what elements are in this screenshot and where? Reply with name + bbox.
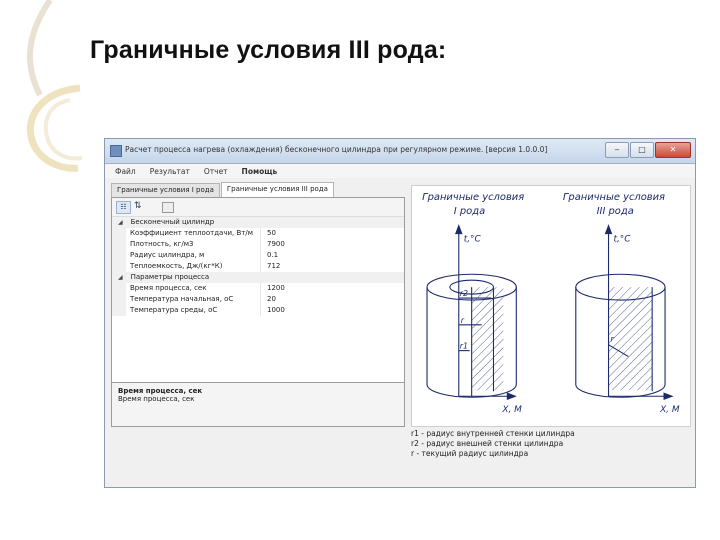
diagram-legend: r1 - радиус внутренней стенки цилиндра r… <box>411 429 691 459</box>
solid-cylinder <box>575 224 674 401</box>
x-axis-label-right: X, M <box>659 405 680 415</box>
menu-file[interactable]: Файл <box>115 167 136 176</box>
tab-boundary-1[interactable]: Граничные условия I рода <box>111 183 220 197</box>
label-r: r <box>461 316 465 325</box>
categorized-view-icon[interactable]: ☷ <box>116 201 131 214</box>
menu-report[interactable]: Отчет <box>204 167 228 176</box>
title-bar[interactable]: Расчет процесса нагрева (охлаждения) бес… <box>105 139 695 164</box>
collapse-triangle-icon[interactable]: ◢ <box>118 274 123 281</box>
wall-section <box>471 287 504 391</box>
property-name: Коэффициент теплоотдачи, Вт/м <box>126 228 261 239</box>
decorative-arc <box>26 84 81 172</box>
right-caption-line1: Граничные условия <box>563 192 665 203</box>
t-axis-arrow <box>455 224 463 235</box>
x-axis-label-left: X, M <box>501 405 522 415</box>
property-value[interactable]: 20 <box>261 294 276 305</box>
left-pane: Граничные условия I рода Граничные услов… <box>111 182 405 427</box>
x-axis-arrow <box>506 392 517 401</box>
description-text: Время процесса, сек <box>118 395 195 403</box>
legend-item: r2 - радиус внешней стенки цилиндра <box>411 439 564 448</box>
category-label: Параметры процесса <box>130 273 210 281</box>
property-name: Температура начальная, оС <box>126 294 261 305</box>
minimize-button[interactable]: ‒ <box>605 142 629 158</box>
app-window: Расчет процесса нагрева (охлаждения) бес… <box>104 138 696 488</box>
property-name: Температура среды, оС <box>126 305 261 316</box>
t-axis-label-left: t,°C <box>464 235 482 245</box>
hollow-cylinder <box>426 224 517 401</box>
property-value[interactable]: 0.1 <box>261 250 278 261</box>
t-axis-label-right: t,°C <box>613 235 631 245</box>
menu-bar: Файл Результат Отчет Помощь <box>105 164 695 178</box>
slide-title: Граничные условия III рода: <box>90 36 447 64</box>
left-caption-line1: Граничные условия <box>422 192 524 203</box>
decorative-arc <box>43 98 83 161</box>
app-icon <box>110 145 122 157</box>
property-name: Теплоемкость, Дж/(кг*К) <box>126 261 261 272</box>
property-row[interactable]: Температура начальная, оС 20 <box>112 294 404 305</box>
property-row[interactable]: Коэффициент теплоотдачи, Вт/м 50 <box>112 228 404 239</box>
property-name: Плотность, кг/м3 <box>126 239 261 250</box>
decorative-arcs <box>26 0 83 172</box>
property-description: Время процесса, сек Время процесса, сек <box>112 382 404 426</box>
solid-section <box>608 287 653 391</box>
legend-item: r - текущий радиус цилиндра <box>411 449 529 458</box>
tab-strip: Граничные условия I рода Граничные услов… <box>111 182 405 199</box>
close-button[interactable]: ✕ <box>655 142 691 158</box>
property-grid: ☷ ⇅ ◢ Бесконечный цилиндр Коэффициент теп… <box>111 197 405 427</box>
left-caption-line2: I рода <box>454 206 485 217</box>
property-value[interactable]: 7900 <box>261 239 285 250</box>
x-axis-arrow <box>663 392 674 401</box>
window-title: Расчет процесса нагрева (охлаждения) бес… <box>125 145 548 154</box>
property-pages-icon[interactable] <box>162 202 174 213</box>
property-name: Радиус цилиндра, м <box>126 250 261 261</box>
category-infinite-cylinder[interactable]: ◢ Бесконечный цилиндр <box>112 217 404 228</box>
property-row[interactable]: Плотность, кг/м3 7900 <box>112 239 404 250</box>
property-value[interactable]: 50 <box>261 228 276 239</box>
menu-help[interactable]: Помощь <box>242 167 278 176</box>
property-row[interactable]: Температура среды, оС 1000 <box>112 305 404 316</box>
description-title: Время процесса, сек <box>118 387 203 395</box>
legend-item: r1 - радиус внутренней стенки цилиндра <box>411 429 575 438</box>
right-caption-line2: III рода <box>597 206 634 217</box>
menu-result[interactable]: Результат <box>150 167 190 176</box>
label-r2: r2 <box>460 289 468 298</box>
decorative-arc <box>27 0 53 97</box>
maximize-button[interactable]: □ <box>630 142 654 158</box>
property-value[interactable]: 1200 <box>261 283 285 294</box>
property-value[interactable]: 1000 <box>261 305 285 316</box>
property-name: Время процесса, сек <box>126 283 261 294</box>
alphabetical-sort-icon[interactable]: ⇅ <box>134 201 142 212</box>
label-r1: r1 <box>460 342 468 351</box>
property-grid-toolbar: ☷ ⇅ <box>112 198 404 217</box>
property-row[interactable]: Радиус цилиндра, м 0.1 <box>112 250 404 261</box>
cylinder-diagram: Граничные условия I рода Граничные услов… <box>411 185 691 427</box>
t-axis-arrow <box>604 224 613 235</box>
category-process-parameters[interactable]: ◢ Параметры процесса <box>112 272 404 283</box>
property-row[interactable]: Теплоемкость, Дж/(кг*К) 712 <box>112 261 404 272</box>
property-value[interactable]: 712 <box>261 261 280 272</box>
property-row[interactable]: Время процесса, сек 1200 <box>112 283 404 294</box>
collapse-triangle-icon[interactable]: ◢ <box>118 219 123 226</box>
category-label: Бесконечный цилиндр <box>130 218 215 226</box>
